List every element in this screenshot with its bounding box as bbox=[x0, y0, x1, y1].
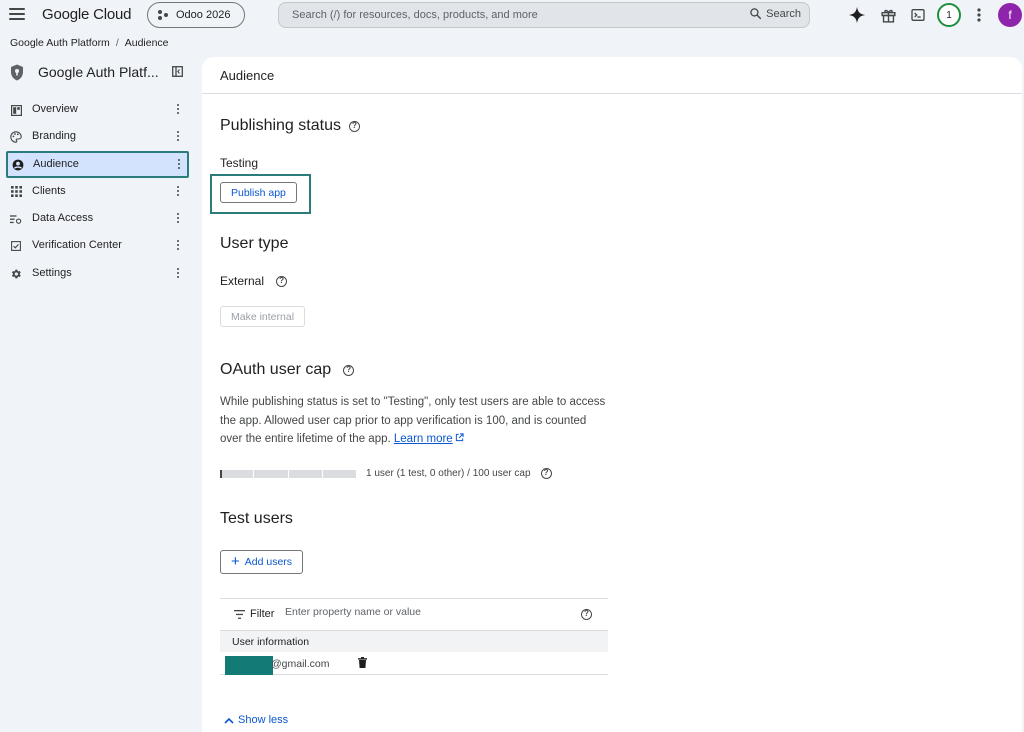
filter-input[interactable] bbox=[285, 606, 565, 618]
user-type-section: User type bbox=[220, 235, 288, 253]
notifications-badge[interactable]: 1 bbox=[937, 3, 961, 27]
project-icon bbox=[158, 10, 170, 20]
user-cap-usage: 1 user (1 test, 0 other) / 100 user cap … bbox=[366, 468, 552, 479]
table-row: @gmail.com bbox=[220, 652, 608, 675]
publishing-status-section: Publishing status ? bbox=[220, 117, 360, 135]
show-less-toggle[interactable]: Show less bbox=[224, 714, 288, 726]
redacted-username bbox=[225, 656, 273, 675]
sidebar-item-label: Clients bbox=[32, 184, 66, 197]
project-picker[interactable]: Odoo 2026 bbox=[147, 2, 245, 28]
test-users-table: Filter ? User information @gmail.com bbox=[220, 598, 608, 675]
add-users-button[interactable]: + Add users bbox=[220, 550, 304, 574]
breadcrumb-separator: / bbox=[115, 37, 119, 49]
user-type-row: External ? bbox=[220, 274, 288, 288]
user-type-value: External bbox=[220, 274, 265, 288]
help-icon[interactable]: ? bbox=[581, 609, 592, 620]
palette-icon bbox=[10, 131, 22, 144]
search-button[interactable]: Search bbox=[749, 7, 801, 20]
sidebar-item-audience[interactable]: Audience bbox=[6, 150, 189, 178]
cloud-shell-icon[interactable] bbox=[909, 6, 927, 24]
search-input[interactable] bbox=[292, 9, 732, 21]
external-link-icon bbox=[455, 433, 464, 442]
search-bar[interactable]: Search bbox=[278, 2, 810, 28]
sidebar-item-label: Verification Center bbox=[32, 239, 122, 252]
product-header: Google Auth Platf... bbox=[0, 56, 200, 90]
sidebar-item-label: Settings bbox=[32, 266, 72, 279]
apps-grid-icon bbox=[10, 186, 22, 198]
filter-bar: Filter ? bbox=[220, 598, 608, 630]
more-vert-icon[interactable] bbox=[174, 129, 182, 143]
help-icon[interactable]: ? bbox=[540, 468, 552, 479]
gear-icon bbox=[10, 268, 22, 280]
help-icon[interactable]: ? bbox=[276, 275, 288, 287]
account-avatar[interactable]: f bbox=[998, 3, 1022, 27]
sidebar-item-label: Audience bbox=[33, 157, 79, 170]
breadcrumb-item-auth-platform[interactable]: Google Auth Platform bbox=[10, 37, 110, 49]
user-type-title: User type bbox=[220, 235, 289, 252]
data-access-icon bbox=[10, 213, 22, 225]
oauth-cap-section: OAuth user cap ? bbox=[220, 361, 355, 379]
filter-label: Filter bbox=[250, 608, 275, 620]
more-vert-icon[interactable] bbox=[970, 6, 988, 24]
test-users-title: Test users bbox=[220, 510, 293, 527]
oauth-cap-description: While publishing status is set to "Testi… bbox=[220, 393, 610, 449]
sidebar-item-overview[interactable]: Overview bbox=[0, 96, 200, 123]
test-users-section: Test users bbox=[220, 510, 293, 528]
breadcrumb: Google Auth Platform / Audience bbox=[10, 37, 169, 49]
more-vert-icon[interactable] bbox=[174, 266, 182, 280]
delete-icon[interactable] bbox=[358, 657, 367, 668]
show-less-label: Show less bbox=[238, 714, 289, 726]
breadcrumb-item-audience[interactable]: Audience bbox=[125, 37, 169, 49]
verified-box-icon bbox=[10, 240, 22, 252]
sidebar-item-verification-center[interactable]: Verification Center bbox=[0, 232, 200, 259]
user-cap-progress-fill bbox=[220, 470, 222, 478]
sidebar-item-label: Data Access bbox=[32, 212, 94, 225]
publishing-status-value: Testing bbox=[220, 156, 259, 170]
user-cap-progress-bar bbox=[220, 470, 356, 478]
top-bar: Google Cloud Odoo 2026 Search 1 f bbox=[0, 0, 1024, 30]
page-title: Audience bbox=[202, 57, 1022, 94]
sidebar: Google Auth Platf... Overview Branding A… bbox=[0, 56, 200, 279]
user-cap-usage-text: 1 user (1 test, 0 other) / 100 user cap bbox=[366, 468, 531, 479]
main-menu-icon[interactable] bbox=[9, 8, 25, 22]
more-vert-icon[interactable] bbox=[174, 238, 182, 252]
column-header-user-information[interactable]: User information bbox=[220, 630, 608, 652]
main-panel: Audience Publishing status ? Testing Pub… bbox=[202, 57, 1022, 732]
google-cloud-logo[interactable]: Google Cloud bbox=[42, 6, 132, 23]
add-users-label: Add users bbox=[244, 556, 293, 568]
collapse-sidebar-icon[interactable] bbox=[172, 66, 183, 77]
filter-icon bbox=[234, 610, 245, 619]
sidebar-item-branding[interactable]: Branding bbox=[0, 123, 200, 150]
project-name: Odoo 2026 bbox=[176, 9, 231, 21]
more-vert-icon[interactable] bbox=[175, 157, 183, 171]
sidebar-item-label: Overview bbox=[32, 103, 78, 115]
more-vert-icon[interactable] bbox=[174, 184, 182, 198]
more-vert-icon[interactable] bbox=[174, 211, 182, 225]
make-internal-button[interactable]: Make internal bbox=[220, 306, 306, 327]
chevron-up-icon bbox=[224, 717, 234, 724]
user-email: @gmail.com bbox=[271, 658, 330, 670]
learn-more-link[interactable]: Learn more bbox=[394, 433, 453, 445]
gemini-sparkle-icon[interactable] bbox=[848, 6, 866, 24]
plus-icon: + bbox=[231, 553, 240, 570]
help-icon[interactable]: ? bbox=[343, 364, 355, 376]
sidebar-item-settings[interactable]: Settings bbox=[0, 260, 200, 287]
sidebar-item-data-access[interactable]: Data Access bbox=[0, 205, 200, 232]
gift-icon[interactable] bbox=[879, 6, 897, 24]
search-button-label: Search bbox=[766, 7, 801, 20]
search-icon bbox=[750, 8, 762, 20]
more-vert-icon[interactable] bbox=[174, 102, 182, 116]
sidebar-nav: Overview Branding Audience Clients Data … bbox=[0, 96, 200, 287]
oauth-cap-title: OAuth user cap bbox=[220, 361, 332, 378]
sidebar-item-label: Branding bbox=[32, 130, 77, 143]
shield-icon bbox=[11, 64, 23, 81]
publishing-status-title: Publishing status bbox=[220, 117, 341, 134]
help-icon[interactable]: ? bbox=[348, 120, 360, 132]
sidebar-item-clients[interactable]: Clients bbox=[0, 178, 200, 205]
account-circle-icon bbox=[12, 159, 24, 171]
dashboard-icon bbox=[10, 104, 22, 116]
publish-app-button[interactable]: Publish app bbox=[220, 182, 297, 203]
product-title: Google Auth Platf... bbox=[38, 64, 159, 80]
